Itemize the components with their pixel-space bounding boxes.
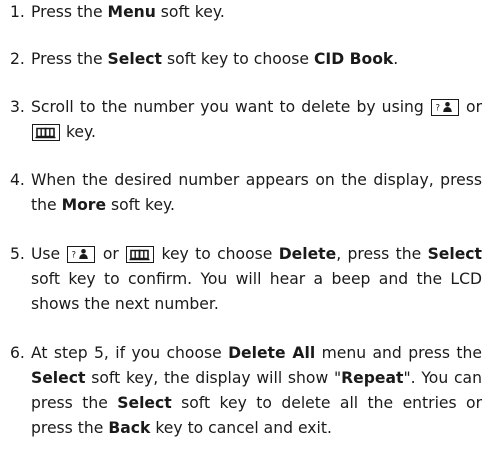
step-text-run: key. bbox=[61, 123, 96, 141]
step-text: Press the Menu soft key. bbox=[31, 0, 482, 25]
step-text-run: Scroll to the number you want to delete … bbox=[31, 98, 430, 116]
step-item: 4. When the desired number appears on the… bbox=[10, 168, 482, 218]
step-text-run: At step 5, if you choose bbox=[31, 344, 229, 362]
step-number: 2. bbox=[10, 50, 25, 68]
step-item: 2. Press the Select soft key to choose CI… bbox=[10, 47, 482, 72]
step-number: 1. bbox=[10, 3, 25, 21]
step-text-run: soft key. bbox=[106, 196, 175, 214]
step-text-run: soft key to confirm. You will hear a bee… bbox=[31, 270, 482, 313]
step-text-run: soft key, the display will show " bbox=[85, 369, 342, 387]
step-text-run: Press the bbox=[31, 50, 108, 68]
book-key-icon bbox=[32, 124, 60, 141]
emphasized-term: Select bbox=[427, 245, 483, 263]
step-text-run: or bbox=[96, 245, 126, 263]
step-text: Use ? or key to choose Delete, press the… bbox=[31, 242, 482, 317]
step-text-run: , press the bbox=[336, 245, 428, 263]
contact-key-icon: ? bbox=[67, 246, 96, 263]
emphasized-term: Delete All bbox=[228, 344, 316, 362]
step-text-run: soft key. bbox=[155, 3, 225, 21]
emphasized-term: Select bbox=[117, 394, 172, 412]
step-text: When the desired number appears on the d… bbox=[31, 168, 482, 218]
svg-text:?: ? bbox=[435, 104, 440, 114]
step-text-run: or bbox=[459, 98, 482, 116]
emphasized-term: More bbox=[61, 196, 107, 214]
svg-text:?: ? bbox=[72, 251, 77, 261]
step-text-run: Use bbox=[31, 245, 67, 263]
emphasized-term: Delete bbox=[278, 245, 337, 263]
emphasized-term: Select bbox=[31, 369, 86, 387]
step-item: 3. Scroll to the number you want to delet… bbox=[10, 95, 482, 145]
step-text-run: menu and press the bbox=[315, 344, 482, 362]
step-text: Press the Select soft key to choose CID … bbox=[31, 47, 482, 72]
step-text: Scroll to the number you want to delete … bbox=[31, 95, 482, 145]
step-text-run: key to choose bbox=[155, 245, 279, 263]
emphasized-term: Repeat bbox=[341, 369, 404, 387]
step-item: 6. At step 5, if you choose Delete All me… bbox=[10, 341, 482, 441]
step-number: 3. bbox=[10, 98, 25, 116]
emphasized-term: Select bbox=[107, 50, 162, 68]
step-text-run: soft key to choose bbox=[161, 50, 314, 68]
step-text-run: . bbox=[393, 50, 399, 68]
emphasized-term: Menu bbox=[107, 3, 156, 21]
step-item: 5. Use ? or key to choose Delete, press t… bbox=[10, 242, 482, 317]
step-text: At step 5, if you choose Delete All menu… bbox=[31, 341, 482, 441]
step-item: 1. Press the Menu soft key. bbox=[10, 0, 482, 25]
step-number: 6. bbox=[10, 344, 25, 362]
step-number: 5. bbox=[10, 245, 25, 263]
emphasized-term: CID Book bbox=[313, 50, 394, 68]
book-key-icon bbox=[126, 246, 155, 263]
step-text-run: Press the bbox=[31, 3, 108, 21]
emphasized-term: Back bbox=[108, 419, 151, 437]
step-text-run: key to cancel and exit. bbox=[150, 419, 332, 437]
contact-key-icon: ? bbox=[430, 99, 459, 116]
step-number: 4. bbox=[10, 171, 25, 189]
